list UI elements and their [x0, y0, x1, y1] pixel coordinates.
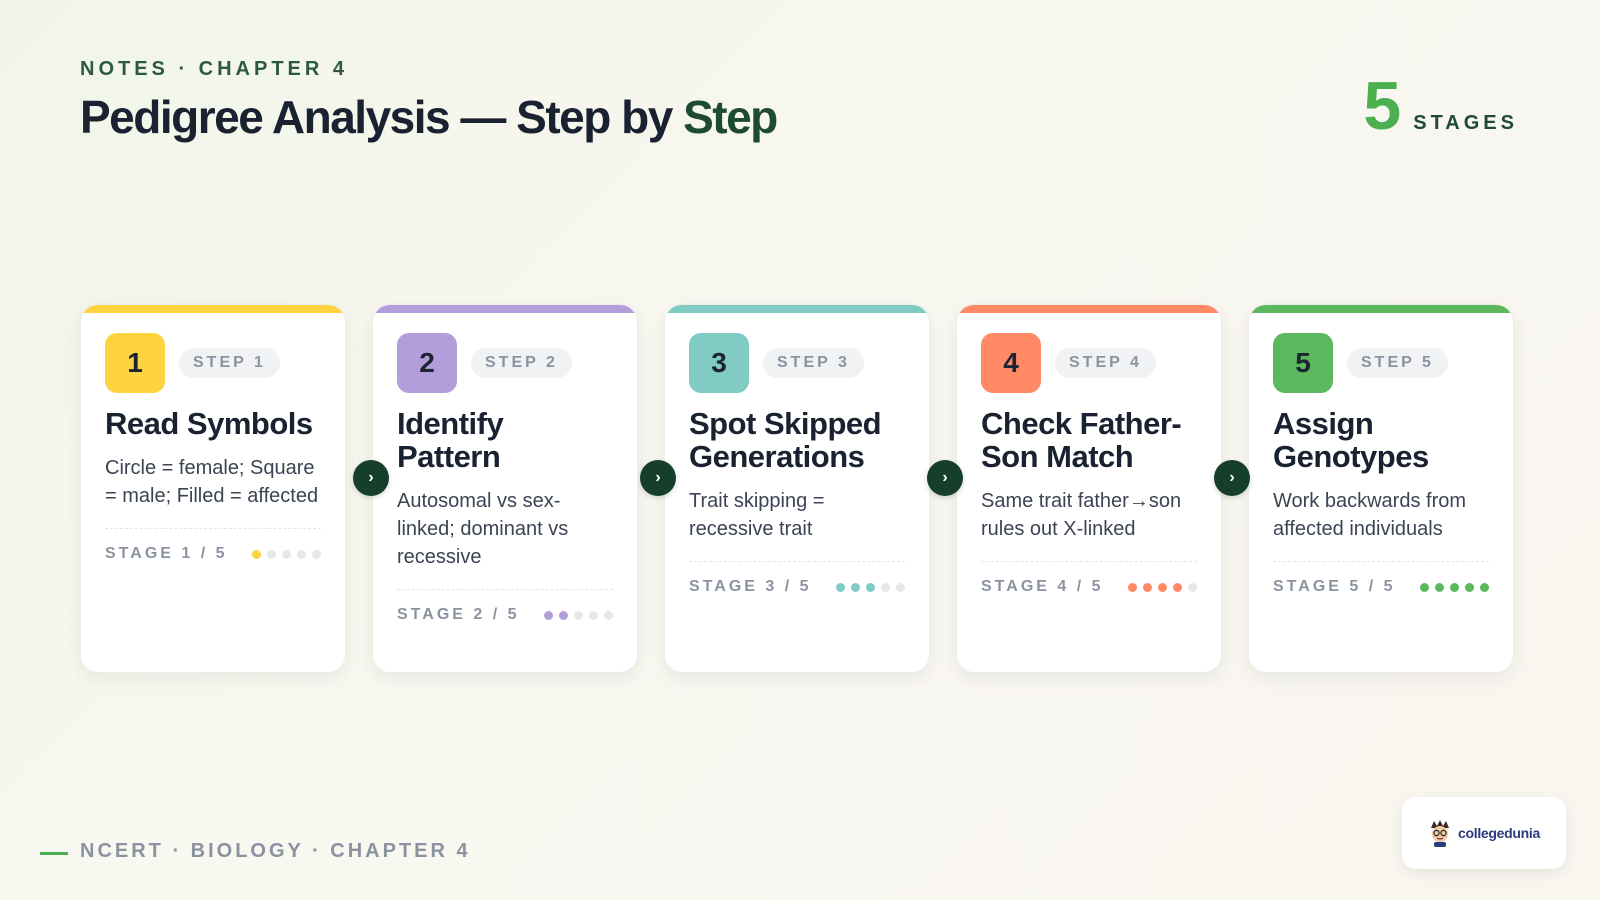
- stage-indicator: STAGE 1 / 5: [105, 545, 228, 562]
- stages-counter: 5 STAGES: [1363, 72, 1518, 140]
- footer-text: NCERT · BIOLOGY · CHAPTER 4: [80, 840, 471, 862]
- progress-dot-filled: [252, 549, 261, 559]
- progress-dot-empty: [574, 610, 583, 620]
- progress-dot-empty: [1188, 582, 1197, 592]
- stage-indicator: STAGE 3 / 5: [689, 578, 812, 595]
- step-number-badge: 4: [981, 333, 1041, 393]
- progress-dot-empty: [604, 610, 613, 620]
- step-number-badge: 2: [397, 333, 457, 393]
- chevron-right-icon: ›: [1214, 460, 1250, 496]
- step-card: 2 STEP 2 Identify Pattern Autosomal vs s…: [372, 304, 638, 673]
- step-title: Check Father-Son Match: [981, 406, 1182, 474]
- card-accent-bar: [373, 305, 637, 313]
- step-description: Autosomal vs sex-linked; dominant vs rec…: [397, 490, 569, 568]
- step-title: Spot Skipped Generations: [689, 406, 882, 474]
- stage-indicator: STAGE 5 / 5: [1273, 578, 1396, 595]
- step-pill: STEP 1: [179, 348, 280, 378]
- chevron-right-icon: ›: [640, 460, 676, 496]
- step-title: Assign Genotypes: [1273, 406, 1429, 474]
- progress-dot-filled: [1480, 582, 1489, 592]
- step-pill: STEP 3: [763, 348, 864, 378]
- step-title: Identify Pattern: [397, 406, 504, 474]
- step-pill: STEP 5: [1347, 348, 1448, 378]
- stage-indicator: STAGE 2 / 5: [397, 606, 520, 623]
- progress-dot-filled: [1435, 582, 1444, 592]
- chevron-right-icon: ›: [353, 460, 389, 496]
- stages-count: 5: [1363, 68, 1402, 144]
- progress-dot-empty: [312, 549, 321, 559]
- step-description: Trait skipping = recessive trait: [689, 490, 825, 540]
- card-accent-bar: [957, 305, 1221, 313]
- progress-dots: [544, 610, 613, 620]
- step-card: 5 STEP 5 Assign Genotypes Work backwards…: [1248, 304, 1514, 673]
- step-description: Circle = female; Square = male; Filled =…: [105, 457, 319, 507]
- step-number-badge: 5: [1273, 333, 1333, 393]
- progress-dots: [1420, 582, 1489, 592]
- chevron-right-icon: ›: [927, 460, 963, 496]
- progress-dot-empty: [297, 549, 306, 559]
- mascot-icon: [1431, 820, 1449, 847]
- page-eyebrow: NOTES · CHAPTER 4: [80, 58, 349, 80]
- step-card: 1 STEP 1 Read Symbols Circle = female; S…: [80, 304, 346, 673]
- step-title: Read Symbols: [105, 406, 313, 441]
- progress-dot-filled: [559, 610, 568, 620]
- title-accent: Step: [683, 91, 778, 143]
- progress-dot-filled: [1143, 582, 1152, 592]
- progress-dot-empty: [589, 610, 598, 620]
- progress-dots: [1128, 582, 1197, 592]
- progress-dot-filled: [1158, 582, 1167, 592]
- progress-dot-filled: [1450, 582, 1459, 592]
- footer-accent-line: [40, 852, 68, 855]
- step-number-badge: 3: [689, 333, 749, 393]
- step-card: 3 STEP 3 Spot Skipped Generations Trait …: [664, 304, 930, 673]
- page-title: Pedigree Analysis — Step by Step: [80, 90, 778, 144]
- progress-dot-empty: [896, 582, 905, 592]
- card-accent-bar: [665, 305, 929, 313]
- progress-dot-empty: [282, 549, 291, 559]
- progress-dot-filled: [1128, 582, 1137, 592]
- progress-dot-empty: [881, 582, 890, 592]
- title-main: Pedigree Analysis — Step by: [80, 91, 684, 143]
- step-pill: STEP 4: [1055, 348, 1156, 378]
- progress-dot-filled: [1465, 582, 1474, 592]
- progress-dot-filled: [851, 582, 860, 592]
- steps-row: 1 STEP 1 Read Symbols Circle = female; S…: [80, 304, 1514, 673]
- progress-dots: [836, 582, 905, 592]
- step-pill: STEP 2: [471, 348, 572, 378]
- stages-label: STAGES: [1413, 112, 1518, 134]
- progress-dots: [252, 549, 321, 559]
- step-description: Same trait father→son rules out X-linked: [981, 490, 1182, 540]
- step-card: 4 STEP 4 Check Father-Son Match Same tra…: [956, 304, 1222, 673]
- logo-wordmark: collegedunia: [1458, 825, 1540, 841]
- progress-dot-empty: [267, 549, 276, 559]
- step-number-badge: 1: [105, 333, 165, 393]
- progress-dot-filled: [836, 582, 845, 592]
- progress-dot-filled: [866, 582, 875, 592]
- card-accent-bar: [1249, 305, 1513, 313]
- stage-indicator: STAGE 4 / 5: [981, 578, 1104, 595]
- brand-logo: collegedunia: [1402, 797, 1566, 869]
- step-description: Work backwards from affected individuals: [1273, 490, 1467, 540]
- card-accent-bar: [81, 305, 345, 313]
- progress-dot-filled: [1420, 582, 1429, 592]
- progress-dot-filled: [544, 610, 553, 620]
- progress-dot-filled: [1173, 582, 1182, 592]
